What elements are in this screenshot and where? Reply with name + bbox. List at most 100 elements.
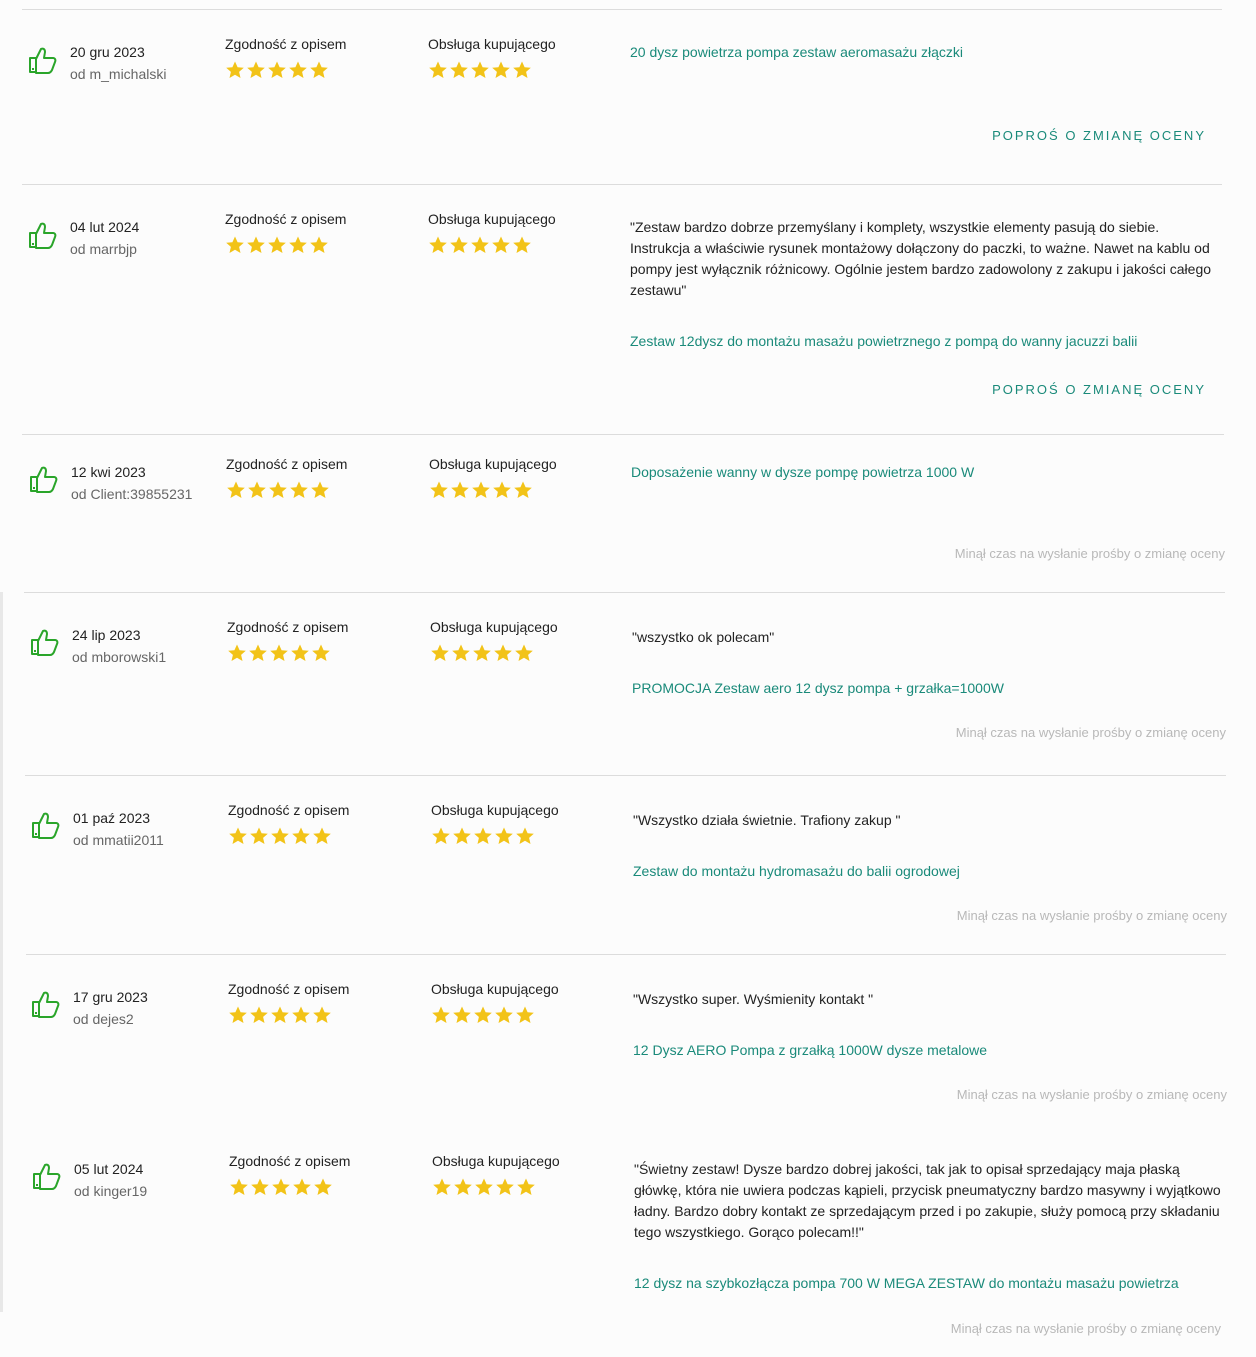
star-icon (227, 481, 245, 498)
rating-description: Zgodność z opisem (229, 1153, 350, 1197)
star-icon (495, 827, 513, 844)
star-icon (513, 61, 531, 78)
star-icon (290, 481, 308, 498)
thumbs-up-icon (31, 629, 59, 656)
rating-change-expired-note: Minął czas na wysłanie prośby o zmianę o… (956, 1087, 1227, 1102)
star-icon (474, 1006, 492, 1023)
review-author: od mmatii2011 (73, 832, 164, 848)
star-icon (472, 481, 490, 498)
review-date: 04 lut 2024 (70, 219, 140, 235)
review-content: "Zestaw bardzo dobrze przemyślany i komp… (630, 217, 1220, 349)
thumbs-up-icon (32, 991, 60, 1018)
star-icon (312, 644, 330, 661)
rating-description: Zgodność z opisem (227, 619, 348, 663)
rating-description: Zgodność z opisem (225, 211, 346, 255)
star-rating (428, 60, 556, 80)
star-icon (271, 827, 289, 844)
star-icon (292, 827, 310, 844)
thumbs-up-icon (29, 47, 57, 74)
star-icon (229, 1006, 247, 1023)
star-icon (271, 1006, 289, 1023)
star-icon (453, 1006, 471, 1023)
star-rating (431, 1005, 559, 1025)
review-date: 01 paź 2023 (73, 810, 151, 826)
criterion-label: Zgodność z opisem (229, 1153, 351, 1169)
star-icon (471, 236, 489, 253)
star-rating (227, 643, 348, 663)
review-comment: "Wszystko super. Wyśmienity kontakt " (633, 991, 874, 1007)
request-rating-change-button[interactable]: POPROŚ O ZMIANĘ OCENY (992, 382, 1206, 397)
product-link[interactable]: Doposażenie wanny w dysze pompę powietrz… (631, 464, 1231, 480)
review-comment: "Zestaw bardzo dobrze przemyślany i komp… (630, 219, 1212, 298)
rating-service: Obsługa kupującego (428, 36, 556, 80)
star-icon (517, 1178, 535, 1195)
star-icon (313, 1006, 331, 1023)
criterion-label: Obsługa kupującego (430, 619, 558, 635)
star-rating (228, 1005, 349, 1025)
star-icon (249, 644, 267, 661)
review-date: 20 gru 2023 (70, 44, 145, 60)
criterion-label: Zgodność z opisem (226, 456, 348, 472)
star-icon (251, 1178, 269, 1195)
star-icon (313, 827, 331, 844)
rating-description: Zgodność z opisem (228, 981, 349, 1025)
product-link[interactable]: Zestaw 12dysz do montażu masażu powietrz… (630, 333, 1220, 349)
divider (25, 775, 1226, 776)
star-icon (492, 61, 510, 78)
product-link[interactable]: PROMOCJA Zestaw aero 12 dysz pompa + grz… (632, 680, 1232, 696)
divider (22, 184, 1222, 185)
review-author: od dejes2 (73, 1011, 134, 1027)
star-rating (429, 480, 557, 500)
review-author: od kinger19 (74, 1183, 148, 1199)
star-icon (513, 236, 531, 253)
review-author: od marrbjp (70, 241, 137, 257)
request-rating-change-button[interactable]: POPROŚ O ZMIANĘ OCENY (992, 128, 1206, 143)
star-rating (430, 643, 558, 663)
rating-change-expired-note: Minął czas na wysłanie prośby o zmianę o… (954, 546, 1225, 561)
rating-service: Obsługa kupującego (428, 211, 556, 255)
star-icon (450, 236, 468, 253)
star-icon (226, 236, 244, 253)
star-icon (495, 1006, 513, 1023)
star-icon (314, 1178, 332, 1195)
rating-description: Zgodność z opisem (226, 456, 347, 500)
star-icon (268, 61, 286, 78)
star-icon (270, 644, 288, 661)
review-comment: "Wszystko działa świetnie. Trafiony zaku… (633, 812, 901, 828)
star-rating (225, 60, 346, 80)
rating-service: Obsługa kupującego (429, 456, 557, 500)
star-icon (516, 827, 534, 844)
criterion-label: Zgodność z opisem (225, 36, 347, 52)
product-link[interactable]: Zestaw do montażu hydromasażu do balii o… (633, 863, 1233, 879)
thumbs-up-icon (29, 222, 57, 249)
divider (22, 434, 1224, 435)
star-icon (269, 481, 287, 498)
star-icon (272, 1178, 290, 1195)
star-icon (454, 1178, 472, 1195)
star-icon (429, 61, 447, 78)
product-link[interactable]: 12 dysz na szybkozłącza pompa 700 W MEGA… (634, 1275, 1224, 1291)
review-date: 17 gru 2023 (73, 989, 148, 1005)
star-icon (475, 1178, 493, 1195)
star-icon (230, 1178, 248, 1195)
star-icon (493, 481, 511, 498)
review-content: "wszystko ok polecam" PROMOCJA Zestaw ae… (632, 627, 1232, 696)
star-icon (310, 236, 328, 253)
criterion-label: Zgodność z opisem (228, 981, 350, 997)
star-icon (248, 481, 266, 498)
product-link[interactable]: 12 Dysz AERO Pompa z grzałką 1000W dysze… (633, 1042, 1233, 1058)
star-rating (229, 1177, 350, 1197)
star-icon (250, 827, 268, 844)
star-icon (432, 827, 450, 844)
criterion-label: Obsługa kupującego (432, 1153, 560, 1169)
star-icon (471, 61, 489, 78)
rating-description: Zgodność z opisem (225, 36, 346, 80)
review-author: od m_michalski (70, 66, 167, 82)
thumbs-up-icon (32, 812, 60, 839)
product-link[interactable]: 20 dysz powietrza pompa zestaw aeromasaż… (630, 44, 1230, 60)
star-icon (228, 644, 246, 661)
star-icon (311, 481, 329, 498)
star-icon (432, 1006, 450, 1023)
star-icon (433, 1178, 451, 1195)
star-icon (292, 1006, 310, 1023)
